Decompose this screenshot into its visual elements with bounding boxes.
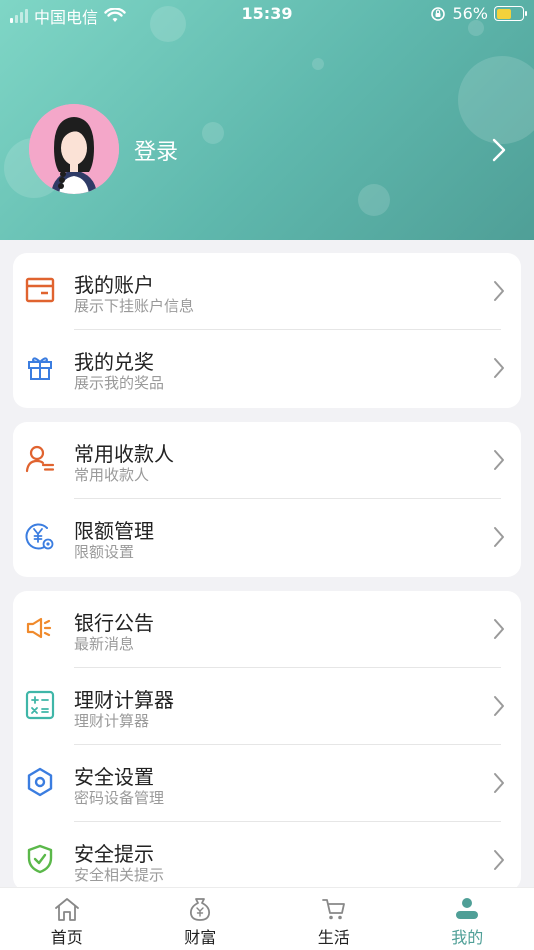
- menu-card-misc: 银行公告 最新消息 理财计算器 理财计算器 安全设置 密码设备管理 安全提示 安…: [13, 591, 521, 891]
- bottom-tab-bar: 首页 财富 生活 我的: [0, 887, 534, 950]
- menu-item-security-settings[interactable]: 安全设置 密码设备管理: [13, 745, 521, 822]
- chevron-right-icon: [494, 696, 504, 716]
- tab-label: 财富: [184, 928, 217, 947]
- menu-item-title: 安全提示: [74, 842, 154, 866]
- menu-item-title: 安全设置: [74, 765, 154, 789]
- menu-card-account: 我的账户 展示下挂账户信息 我的兑奖 展示我的奖品: [13, 253, 521, 408]
- menu-item-subtitle: 理财计算器: [74, 712, 150, 730]
- rotation-lock-icon: [431, 6, 446, 21]
- chevron-right-icon: [494, 358, 504, 378]
- cart-icon: [321, 899, 345, 920]
- tab-mine[interactable]: 我的: [401, 888, 534, 950]
- calculator-icon: [25, 690, 55, 720]
- menu-item-bank-announcements[interactable]: 银行公告 最新消息: [13, 591, 521, 668]
- menu-item-my-account[interactable]: 我的账户 展示下挂账户信息: [13, 253, 521, 330]
- status-bar: 中国电信 15:39 56%: [0, 0, 534, 30]
- menu-item-subtitle: 常用收款人: [74, 466, 150, 484]
- tab-label: 首页: [50, 928, 83, 947]
- menu-item-subtitle: 安全相关提示: [74, 866, 165, 884]
- chevron-right-icon: [494, 619, 504, 639]
- avatar[interactable]: [29, 104, 119, 194]
- menu-item-subtitle: 展示我的奖品: [74, 374, 165, 392]
- limit-icon: [25, 523, 54, 550]
- announcement-icon: [26, 617, 52, 639]
- chevron-right-icon: [494, 850, 504, 870]
- shield-check-icon: [27, 844, 53, 874]
- menu-item-subtitle: 展示下挂账户信息: [74, 297, 195, 315]
- profile-header: 中国电信 15:39 56% 登录: [0, 0, 534, 240]
- tab-home[interactable]: 首页: [0, 888, 134, 950]
- menu-item-title: 限额管理: [74, 519, 154, 543]
- menu-item-security-tips[interactable]: 安全提示 安全相关提示: [13, 822, 521, 891]
- menu-item-subtitle: 最新消息: [74, 635, 135, 653]
- tab-label: 我的: [451, 928, 484, 947]
- menu-item-frequent-payees[interactable]: 常用收款人 常用收款人: [13, 422, 521, 499]
- login-label[interactable]: 登录: [134, 134, 178, 166]
- menu-item-title: 我的账户: [74, 273, 154, 297]
- menu-item-finance-calculator[interactable]: 理财计算器 理财计算器: [13, 668, 521, 745]
- tab-label: 生活: [317, 928, 350, 947]
- chevron-right-icon: [494, 450, 504, 470]
- user-icon: [456, 898, 479, 919]
- menu-item-limit-management[interactable]: 限额管理 限额设置: [13, 499, 521, 576]
- battery-percent: 56%: [452, 4, 488, 23]
- menu-item-title: 理财计算器: [74, 688, 174, 712]
- wallet-icon: [25, 277, 55, 303]
- menu-item-title: 我的兑奖: [74, 350, 154, 374]
- home-icon: [54, 898, 79, 921]
- battery-icon: [494, 6, 527, 21]
- tab-life[interactable]: 生活: [267, 888, 401, 950]
- payee-icon: [25, 445, 55, 473]
- gift-icon: [28, 357, 52, 380]
- money-bag-icon: [190, 898, 211, 921]
- menu-item-my-prizes[interactable]: 我的兑奖 展示我的奖品: [13, 330, 521, 407]
- menu-item-subtitle: 密码设备管理: [74, 789, 165, 807]
- chevron-right-icon: [494, 281, 504, 301]
- security-settings-icon: [27, 767, 53, 797]
- chevron-right-icon: [494, 773, 504, 793]
- chevron-right-icon: [494, 527, 504, 547]
- menu-item-title: 银行公告: [74, 611, 154, 635]
- menu-item-title: 常用收款人: [74, 442, 174, 466]
- menu-card-transfer: 常用收款人 常用收款人 限额管理 限额设置: [13, 422, 521, 577]
- tab-wealth[interactable]: 财富: [134, 888, 268, 950]
- chevron-right-icon[interactable]: [492, 138, 506, 162]
- menu-item-subtitle: 限额设置: [74, 543, 135, 561]
